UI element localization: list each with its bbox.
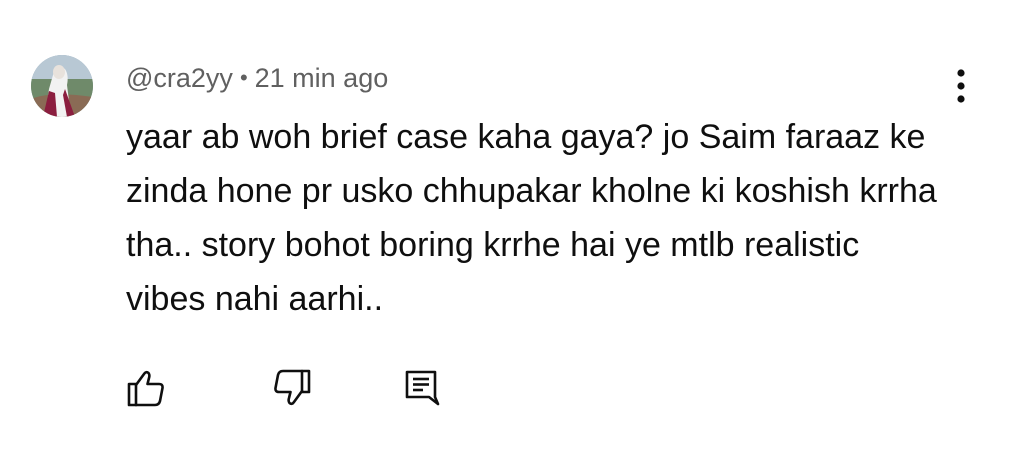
- avatar-photo: [31, 55, 93, 117]
- comment-timestamp: 21 min ago: [254, 63, 389, 93]
- like-button[interactable]: [124, 366, 168, 410]
- dislike-button[interactable]: [270, 366, 314, 410]
- author-handle[interactable]: @cra2yy: [126, 63, 233, 93]
- thumbs-up-icon: [127, 370, 164, 407]
- comment-item: @cra2yy • 21 min ago yaar ab woh brief cas…: [0, 0, 1024, 466]
- more-options-button[interactable]: [944, 66, 978, 106]
- thumbs-down-icon: [274, 369, 311, 406]
- comment-meta: @cra2yy • 21 min ago: [126, 60, 388, 96]
- comment-text: yaar ab woh brief case kaha gaya? jo Sai…: [126, 118, 937, 318]
- meta-separator: •: [239, 65, 248, 90]
- reply-comment-icon: [405, 370, 440, 406]
- more-vertical-icon: [957, 69, 965, 103]
- avatar[interactable]: [31, 55, 93, 117]
- reply-button[interactable]: [400, 364, 444, 408]
